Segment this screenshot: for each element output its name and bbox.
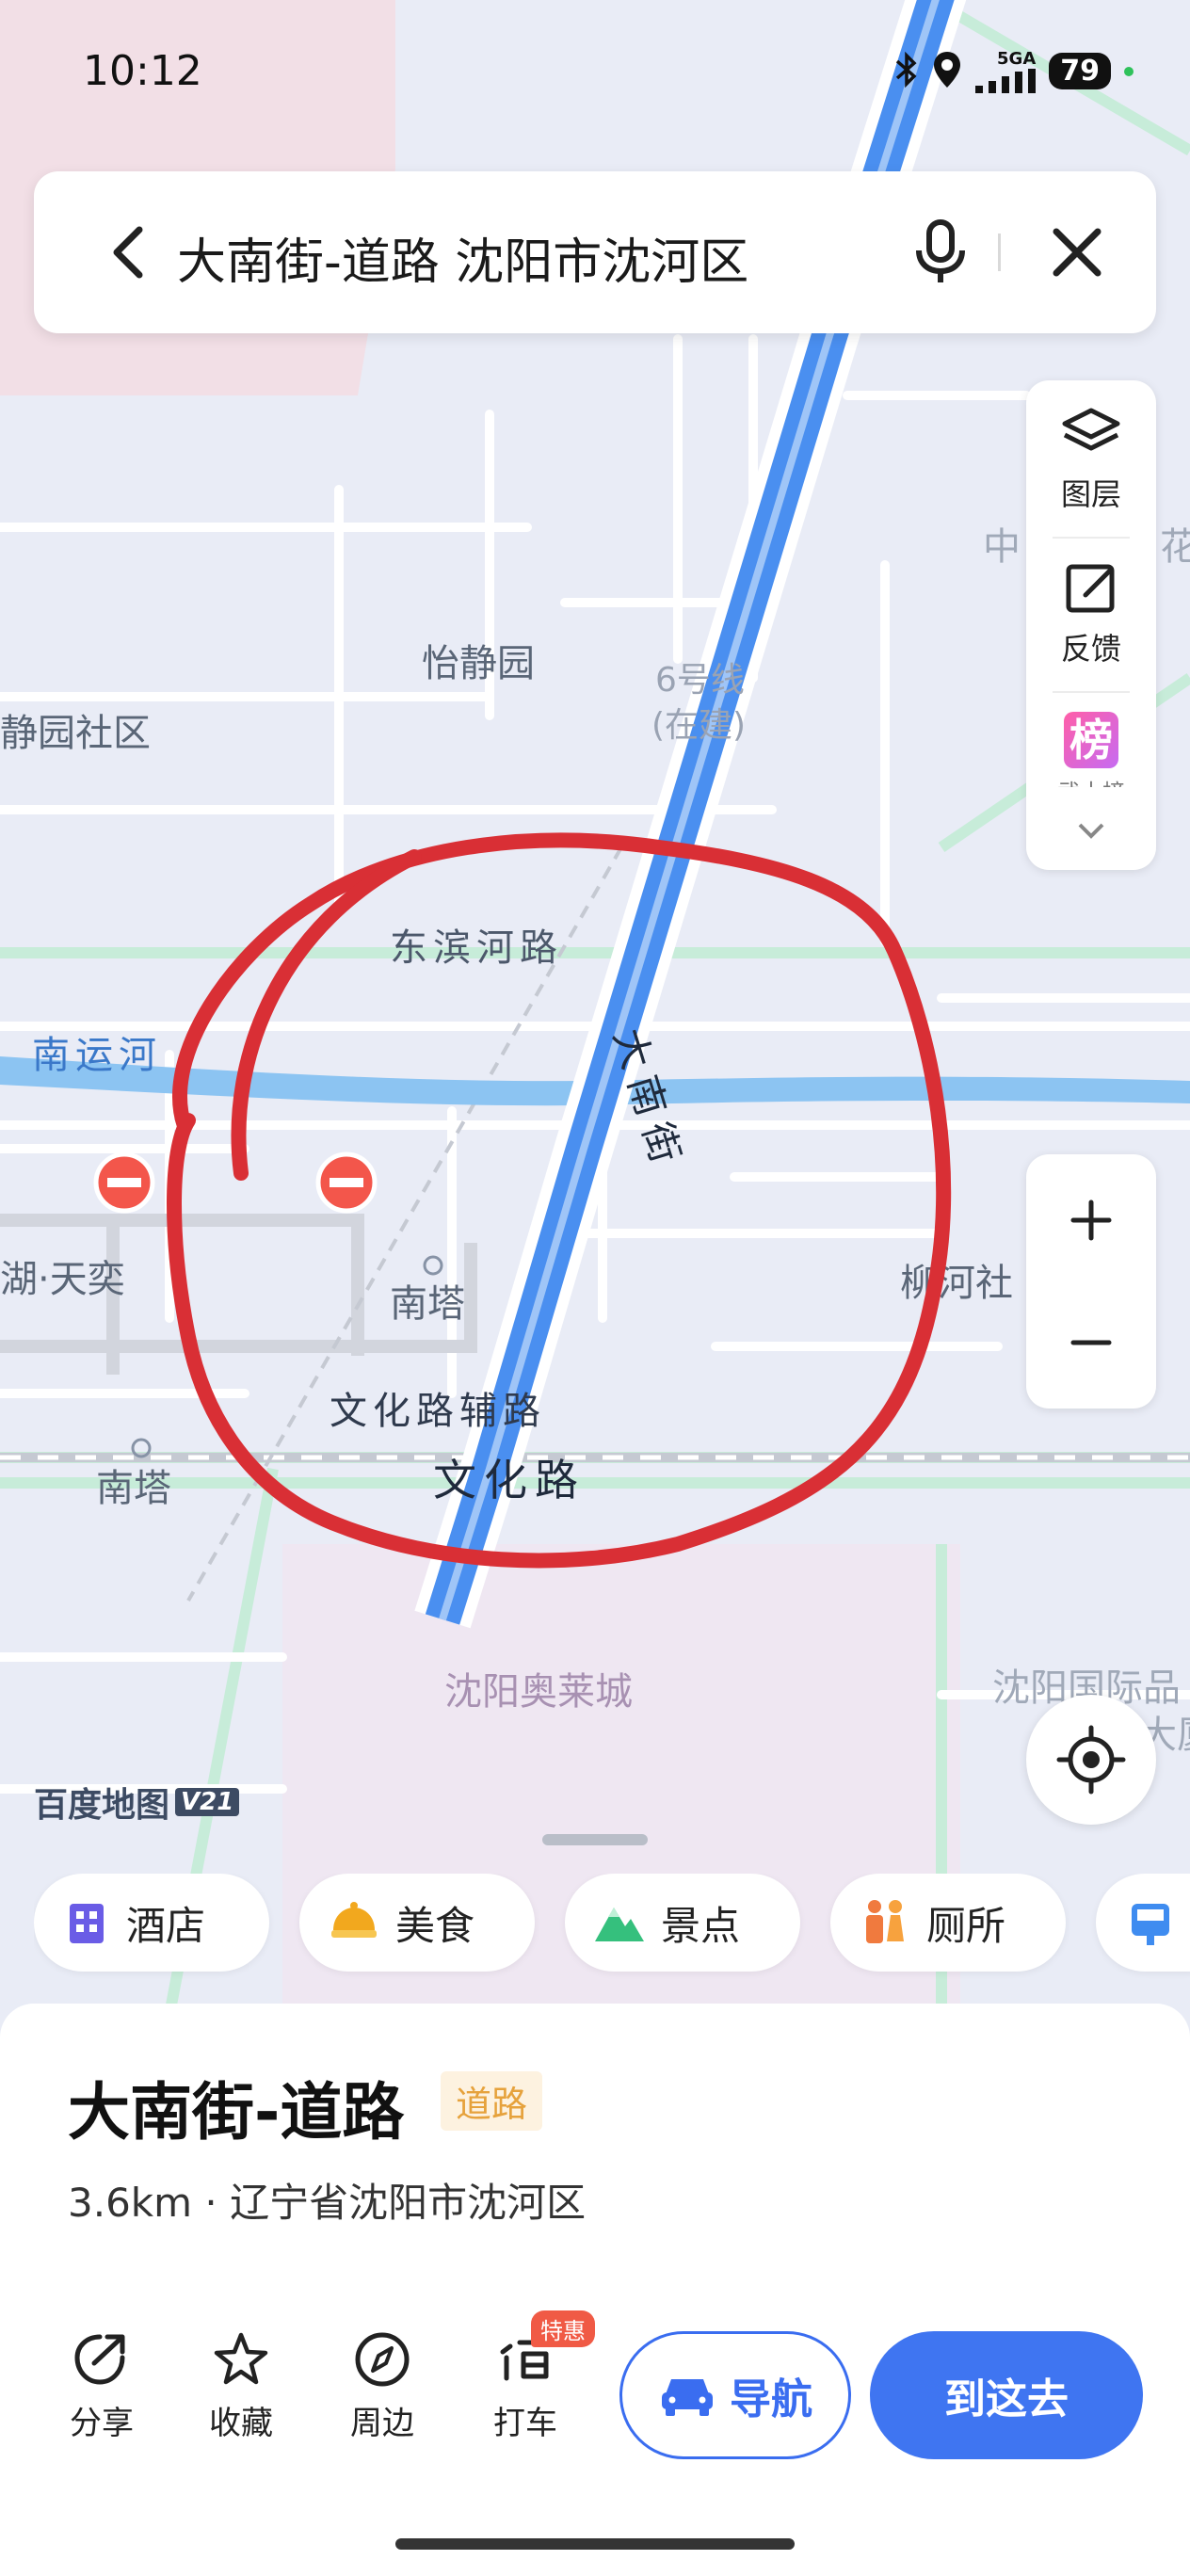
chip-food-label: 美食 [395,1902,475,1949]
tool-divider [1053,691,1130,693]
chip-toilet[interactable]: 厕所 [830,1874,1066,1972]
zoom-controls [1026,1154,1156,1409]
map-label-dongbinhe[interactable]: 东滨河路 [390,926,563,970]
hotel-icon [70,1904,104,1943]
map-label-wenhua[interactable]: 文化路 [433,1455,586,1505]
favorite-button[interactable]: 收藏 [185,2329,298,2443]
locate-icon [1056,1725,1126,1795]
map-label-metro: 6号线 [655,661,745,700]
car-icon [662,2379,713,2416]
ranking-button[interactable]: 榜 武士榜 [1026,712,1156,787]
status-icons: 5GA 79 [894,49,1134,93]
search-divider [998,233,1001,271]
plus-icon [1070,1199,1112,1241]
navigate-label: 导航 [730,2375,812,2423]
signal-icon: 5GA [975,49,1037,93]
expand-tools-button[interactable] [1026,815,1156,847]
place-separator: · [204,2180,217,2226]
nearby-button[interactable]: 周边 [326,2329,439,2443]
chip-more[interactable] [1096,1874,1190,1972]
scenic-icon [595,1908,644,1941]
chevron-down-icon [1078,823,1104,839]
place-title: 大南街-道路 [68,2076,405,2149]
map-label-metro-status: (在建) [651,706,746,745]
taxi-promo-badge: 特惠 [531,2310,595,2347]
layers-label: 图层 [1060,476,1121,512]
chip-hotel-label: 酒店 [126,1902,206,1949]
star-icon [214,2332,268,2385]
compass-icon [355,2332,410,2387]
go-here-button[interactable]: 到这去 [870,2331,1143,2459]
layers-icon [1062,408,1120,451]
favorite-label: 收藏 [209,2405,273,2442]
network-type: 5GA [997,49,1037,69]
status-bar: 10:12 5GA 79 [0,0,1190,151]
home-indicator[interactable] [395,2538,795,2550]
map-label-outlets[interactable]: 沈阳奥莱城 [444,1670,633,1714]
map-label-wenhua-aux[interactable]: 文化路辅路 [330,1390,546,1433]
map-label-edge-2: 花 [1160,525,1190,569]
chip-toilet-label: 厕所 [926,1902,1006,1949]
zoom-out-button[interactable] [1026,1286,1156,1399]
status-time: 10:12 [83,47,202,95]
zoom-in-button[interactable] [1026,1164,1156,1277]
edit-icon [1066,564,1115,613]
toilet-icon [866,1900,904,1943]
close-icon [1053,228,1102,277]
ranking-sub-label: 武士榜 [1026,774,1156,787]
close-button[interactable] [1039,215,1115,290]
place-info: 3.6km · 辽宁省沈阳市沈河区 [68,2171,586,2229]
place-address: 辽宁省沈阳市沈河区 [230,2180,587,2226]
sheet-drag-handle[interactable] [542,1834,648,1845]
voice-search-button[interactable] [900,211,981,292]
search-query[interactable]: 大南街-道路 沈阳市沈河区 [177,222,748,293]
navigate-button[interactable]: 导航 [619,2331,851,2459]
search-bar[interactable]: 大南街-道路 沈阳市沈河区 [34,171,1156,333]
bus-icon [1132,1904,1169,1945]
back-icon [113,226,143,279]
food-icon [331,1902,377,1938]
microphone-icon [916,219,965,282]
category-chips: 酒店 美食 景点 厕所 [34,1874,1190,1979]
go-here-label: 到这去 [944,2375,1069,2423]
map-label-hutianyi[interactable]: 湖·天奕 [0,1258,125,1301]
share-button[interactable]: 分享 [45,2329,158,2443]
share-icon [74,2334,125,2385]
ranking-icon: 榜 [1064,712,1118,768]
map-label-edge-1: 中 [983,525,1021,569]
share-label: 分享 [70,2405,134,2442]
nearby-label: 周边 [350,2405,414,2442]
chip-food[interactable]: 美食 [299,1874,535,1972]
map-watermark: 百度地图 V21 [34,1778,240,1827]
map-label-yijingyuan[interactable]: 怡静园 [422,642,535,685]
chip-hotel[interactable]: 酒店 [34,1874,269,1972]
feedback-button[interactable]: 反馈 [1026,559,1156,668]
map-tools-panel: 图层 反馈 榜 武士榜 [1026,380,1156,870]
chip-scenic-label: 景点 [661,1902,741,1949]
privacy-dot-icon [1124,66,1134,76]
place-distance: 3.6km [68,2180,193,2226]
location-icon [932,50,962,93]
taxi-label: 打车 [493,2405,557,2442]
feedback-label: 反馈 [1060,631,1121,667]
tool-divider [1053,537,1130,539]
layers-button[interactable]: 图层 [1026,405,1156,514]
map-label-river[interactable]: 南运河 [32,1034,162,1077]
locate-button[interactable] [1026,1695,1156,1825]
bluetooth-icon [894,51,919,92]
watermark-version: V21 [175,1788,240,1816]
minus-icon [1070,1340,1112,1345]
map-label-nanta-station[interactable]: 南塔 [96,1467,171,1510]
back-button[interactable] [92,215,168,290]
battery-icon: 79 [1049,53,1111,89]
map-label-nanta-poi[interactable]: 南塔 [390,1282,465,1326]
place-type-badge: 道路 [441,2071,543,2131]
map-label-community[interactable]: 静园社区 [0,712,151,755]
watermark-text: 百度地图 [34,1786,170,1825]
chip-scenic[interactable]: 景点 [565,1874,800,1972]
map-label-liuhe[interactable]: 柳河社 [900,1262,1013,1305]
